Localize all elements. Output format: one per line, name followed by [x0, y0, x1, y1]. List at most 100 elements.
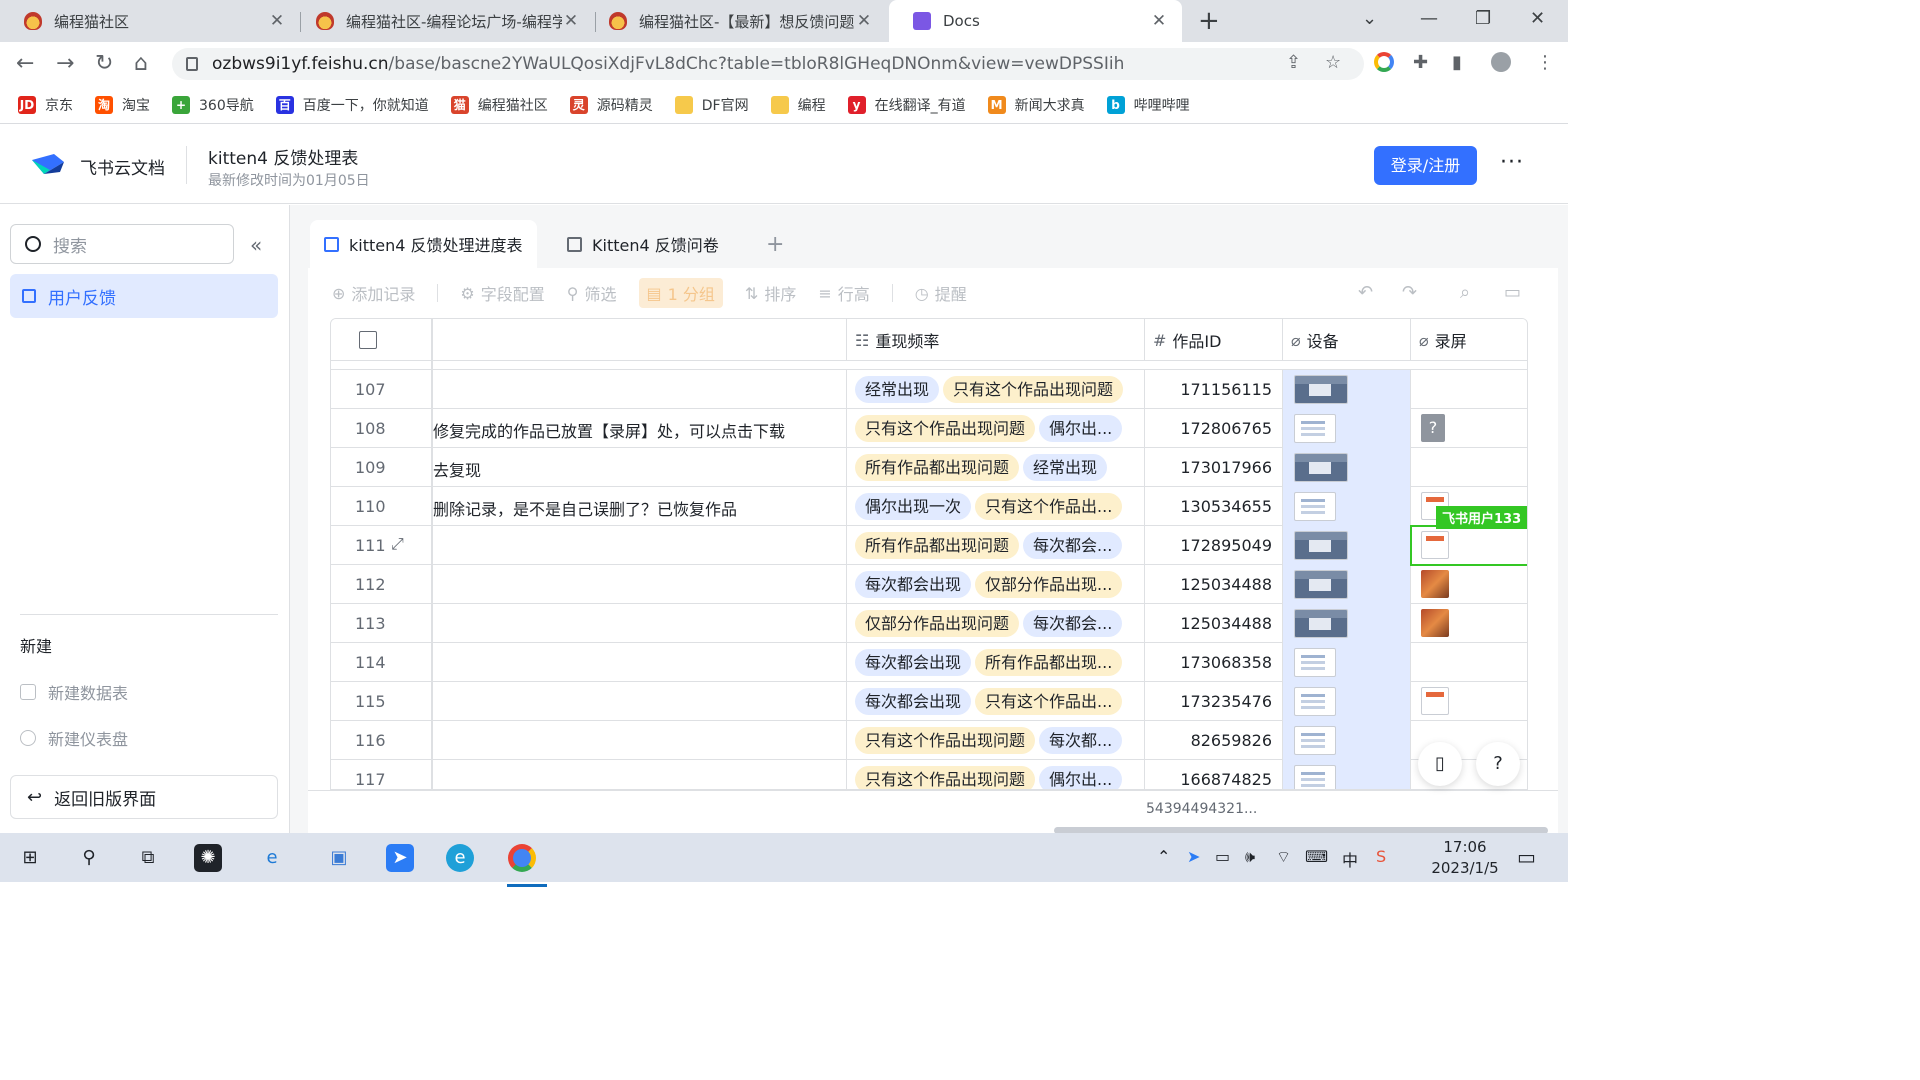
work-id-cell[interactable]: 173017966 [1144, 448, 1282, 487]
record-cell[interactable] [1410, 370, 1527, 409]
search-records-icon[interactable]: ⌕ [1460, 282, 1470, 303]
bookmark-item[interactable]: b 哔哩哔哩 [1106, 95, 1190, 115]
table-row[interactable]: 113 仅部分作品出现问题 每次都会... 125034488 [331, 604, 1527, 643]
expand-record-icon[interactable]: ⤢ [391, 534, 404, 554]
table-row[interactable]: 111 ⤢ 所有作品都出现问题 每次都会... 172895049 [331, 526, 1527, 565]
device-screenshot-thumbnail[interactable] [1294, 531, 1348, 560]
table-row[interactable]: 114 每次都会出现 所有作品都出现... 173068358 [331, 643, 1527, 682]
table-row[interactable]: 107 经常出现 只有这个作品出现问题 171156115 [331, 370, 1527, 409]
device-cell[interactable] [1282, 760, 1410, 789]
collapse-sidebar-icon[interactable]: « [250, 233, 262, 257]
minimize-icon[interactable]: — [1420, 8, 1438, 29]
work-id-cell[interactable]: 82659826 [1144, 721, 1282, 760]
device-screenshot-thumbnail[interactable] [1294, 570, 1348, 599]
device-screenshot-thumbnail[interactable] [1294, 609, 1348, 638]
table-row[interactable]: 109 去复现 所有作品都出现问题 经常出现 173017966 [331, 448, 1527, 487]
tab-feedback-form[interactable]: Kitten4 反馈问卷 [553, 220, 733, 268]
login-button[interactable]: 登录/注册 [1374, 146, 1477, 185]
device-cell[interactable] [1282, 604, 1410, 643]
add-record-button[interactable]: ⊕ 添加记录 [332, 281, 415, 305]
work-id-cell[interactable]: 130534655 [1144, 487, 1282, 526]
recording-thumbnail[interactable] [1421, 609, 1449, 637]
browser-tab-3[interactable]: 编程猫社区-【最新】想反馈问题 ✕ [585, 0, 887, 42]
row-text-cell[interactable]: 修复完成的作品已放置【录屏】处，可以点击下载 [433, 418, 843, 442]
bookmark-item[interactable]: 编程 [770, 95, 826, 115]
home-icon[interactable]: ⌂ [134, 51, 148, 76]
work-id-cell[interactable]: 171156115 [1144, 370, 1282, 409]
return-old-ui-button[interactable]: ↩ 返回旧版界面 [10, 775, 278, 819]
new-dashboard-button[interactable]: 新建仪表盘 [20, 726, 128, 750]
work-id-cell[interactable]: 173068358 [1144, 643, 1282, 682]
bookmark-item[interactable]: DF官网 [674, 95, 749, 115]
browser-tab-1[interactable]: 编程猫社区 ✕ [0, 0, 300, 42]
work-id-cell[interactable]: 125034488 [1144, 565, 1282, 604]
undo-icon[interactable]: ↶ [1358, 282, 1373, 303]
doc-title[interactable]: kitten4 反馈处理表 [208, 144, 358, 169]
work-id-cell[interactable]: 172806765 [1144, 409, 1282, 448]
device-screenshot-thumbnail[interactable] [1294, 492, 1336, 521]
device-cell[interactable] [1282, 487, 1410, 526]
close-icon[interactable]: ✕ [855, 11, 873, 31]
window-close-icon[interactable]: ✕ [1530, 8, 1545, 29]
column-header-freq[interactable]: ☷ 重现频率 [846, 319, 1144, 361]
back-icon[interactable]: ← [16, 51, 34, 76]
restore-icon[interactable]: ❐ [1475, 8, 1491, 29]
column-header-record[interactable]: ⌀ 录屏 [1410, 319, 1527, 361]
record-cell[interactable] [1410, 604, 1527, 643]
bookmark-item[interactable]: 淘淘宝 [95, 95, 150, 115]
freq-cell[interactable]: 所有作品都出现问题 每次都会... [846, 526, 1144, 565]
device-screenshot-thumbnail[interactable] [1294, 414, 1336, 443]
app-icon[interactable]: ✺ [194, 844, 222, 872]
tab-search-icon[interactable]: ⌄ [1362, 8, 1377, 29]
table-row[interactable]: 117 只有这个作品出现问题 偶尔出... 166874825 [331, 760, 1527, 789]
record-cell[interactable] [1410, 448, 1527, 487]
freq-cell[interactable]: 只有这个作品出现问题 偶尔出... [846, 409, 1144, 448]
row-height-button[interactable]: ≡ 行高 [818, 281, 869, 305]
row-text-cell[interactable]: 删除记录，是不是自己误删了？已恢复作品 [433, 496, 843, 520]
profile-avatar-icon[interactable] [1491, 52, 1511, 72]
table-row[interactable]: 115 每次都会出现 只有这个作品出... 173235476 [331, 682, 1527, 721]
recording-thumbnail[interactable] [1421, 687, 1449, 715]
freq-cell[interactable]: 只有这个作品出现问题 偶尔出... [846, 760, 1144, 789]
browser-tab-docs[interactable]: Docs ✕ [889, 0, 1182, 42]
record-cell[interactable] [1410, 682, 1527, 721]
notification-icon[interactable]: ▭ [1517, 845, 1536, 869]
tray-app-icon[interactable]: S [1376, 847, 1386, 866]
chrome-icon[interactable] [507, 844, 547, 887]
device-screenshot-thumbnail[interactable] [1294, 687, 1336, 716]
field-config-button[interactable]: ⚙ 字段配置 [460, 281, 544, 305]
close-icon[interactable]: ✕ [562, 11, 580, 31]
device-cell[interactable] [1282, 565, 1410, 604]
browser-menu-icon[interactable]: ⋮ [1536, 52, 1554, 73]
reload-icon[interactable]: ↻ [95, 51, 113, 76]
close-icon[interactable]: ✕ [268, 11, 286, 31]
work-id-cell[interactable]: 172895049 [1144, 526, 1282, 565]
more-options-icon[interactable]: ··· [1500, 150, 1524, 175]
device-cell[interactable] [1282, 370, 1410, 409]
device-screenshot-thumbnail[interactable] [1294, 648, 1336, 677]
bookmark-item[interactable]: 灵源码精灵 [569, 95, 653, 115]
recording-thumbnail[interactable] [1421, 570, 1449, 598]
system-clock[interactable]: 17:06 2023/1/5 [1420, 837, 1510, 879]
work-id-cell[interactable]: 125034488 [1144, 604, 1282, 643]
url-field[interactable]: ozbws9i1yf.feishu.cn/base/bascne2YWaULQo… [172, 48, 1364, 80]
sort-button[interactable]: ⇅ 排序 [745, 281, 796, 305]
frozen-column-divider[interactable] [431, 319, 433, 789]
freq-cell[interactable]: 只有这个作品出现问题 每次都... [846, 721, 1144, 760]
sidebar-item-user-feedback[interactable]: 用户反馈 [10, 274, 278, 318]
device-cell[interactable] [1282, 643, 1410, 682]
keyboard-icon[interactable]: ⌨ [1305, 847, 1328, 866]
help-icon[interactable]: ? [1476, 742, 1520, 786]
task-view-icon[interactable]: ⧉ [134, 844, 162, 872]
new-tab-button[interactable]: + [1198, 6, 1220, 36]
device-screenshot-thumbnail[interactable] [1294, 765, 1336, 789]
group-button[interactable]: ▤ 1 分组 [638, 278, 723, 308]
freq-cell[interactable]: 偶尔出现一次 只有这个作品出... [846, 487, 1144, 526]
bookmark-item[interactable]: 百百度一下，你就知道 [275, 95, 429, 115]
row-text-cell[interactable]: 去复现 [433, 457, 843, 481]
freq-cell[interactable]: 仅部分作品出现问题 每次都会... [846, 604, 1144, 643]
filter-button[interactable]: ⚲ 筛选 [567, 281, 617, 305]
freq-cell[interactable]: 每次都会出现 只有这个作品出... [846, 682, 1144, 721]
freq-cell[interactable]: 每次都会出现 仅部分作品出现... [846, 565, 1144, 604]
windows-start-icon[interactable]: ⊞ [16, 844, 44, 872]
